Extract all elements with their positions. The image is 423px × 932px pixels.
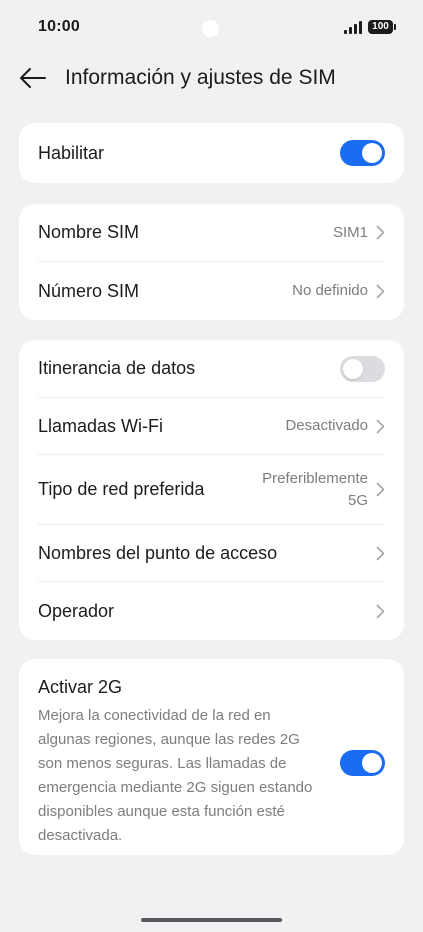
apn-label: Nombres del punto de acceso bbox=[38, 542, 278, 563]
activate-2g-row[interactable]: Activar 2G Mejora la conectividad de la … bbox=[38, 659, 385, 860]
sim-number-row[interactable]: Número SIM No definido bbox=[38, 262, 385, 320]
page-header: Información y ajustes de SIM bbox=[0, 60, 423, 96]
wifi-calls-value: Desactivado bbox=[285, 417, 368, 434]
sim-info-card: Nombre SIM SIM1 Número SIM No definido bbox=[19, 204, 404, 320]
page-title: Información y ajustes de SIM bbox=[65, 66, 336, 89]
sim-name-row[interactable]: Nombre SIM SIM1 bbox=[38, 204, 385, 262]
sim-name-label: Nombre SIM bbox=[38, 222, 140, 242]
preferred-network-row[interactable]: Tipo de red preferida Preferiblemente 5G bbox=[38, 455, 385, 525]
data-roaming-label: Itinerancia de datos bbox=[38, 358, 196, 378]
sim-number-value: No definido bbox=[292, 282, 368, 299]
preferred-network-label: Tipo de red preferida bbox=[38, 479, 205, 499]
enable-card: Habilitar bbox=[19, 123, 404, 183]
chevron-right-icon bbox=[376, 225, 385, 240]
sim-name-value: SIM1 bbox=[332, 223, 368, 241]
data-roaming-toggle[interactable] bbox=[340, 355, 385, 382]
activate-2g-description: Mejora la conectividad de la red en algu… bbox=[38, 707, 313, 844]
activate-2g-title: Activar 2G bbox=[38, 677, 123, 697]
operator-label: Operador bbox=[38, 600, 115, 621]
battery-icon: 100 bbox=[368, 20, 396, 34]
signal-icon bbox=[344, 20, 362, 34]
arrow-left-icon bbox=[20, 68, 46, 88]
wifi-calls-row[interactable]: Llamadas Wi-Fi Desactivado bbox=[38, 398, 385, 455]
status-bar: 10:00 100 bbox=[0, 0, 423, 56]
network-settings-card: Itinerancia de datos Llamadas Wi-Fi Desa… bbox=[19, 340, 404, 640]
back-button[interactable] bbox=[18, 63, 48, 93]
enable-label: Habilitar bbox=[38, 142, 105, 163]
wifi-calls-label: Llamadas Wi-Fi bbox=[38, 415, 164, 436]
operator-row[interactable]: Operador bbox=[38, 582, 385, 640]
preferred-network-value-line2: 5G bbox=[347, 491, 368, 509]
sim-number-label: Número SIM bbox=[38, 280, 140, 301]
preferred-network-value: Preferiblemente 5G bbox=[262, 468, 368, 512]
chevron-right-icon bbox=[376, 482, 385, 497]
front-camera bbox=[202, 20, 219, 37]
enable-row[interactable]: Habilitar bbox=[38, 123, 385, 183]
preferred-network-value-line1: Preferiblemente bbox=[262, 469, 368, 487]
chevron-right-icon bbox=[376, 546, 385, 561]
chevron-right-icon bbox=[376, 604, 385, 619]
status-icons: 100 bbox=[344, 20, 396, 34]
apn-row[interactable]: Nombres del punto de acceso bbox=[38, 525, 385, 582]
status-time: 10:00 bbox=[38, 18, 80, 35]
phone-screen: 10:00 100 Información y ajustes de SIM H… bbox=[0, 0, 423, 932]
chevron-right-icon bbox=[376, 284, 385, 299]
activate-2g-text: Activar 2G Mejora la conectividad de la … bbox=[38, 677, 318, 848]
activate-2g-toggle[interactable] bbox=[340, 749, 385, 776]
chevron-right-icon bbox=[376, 419, 385, 434]
data-roaming-row[interactable]: Itinerancia de datos bbox=[38, 340, 385, 398]
home-indicator[interactable] bbox=[141, 918, 282, 922]
activate-2g-card: Activar 2G Mejora la conectividad de la … bbox=[19, 659, 404, 855]
enable-toggle[interactable] bbox=[340, 140, 385, 166]
